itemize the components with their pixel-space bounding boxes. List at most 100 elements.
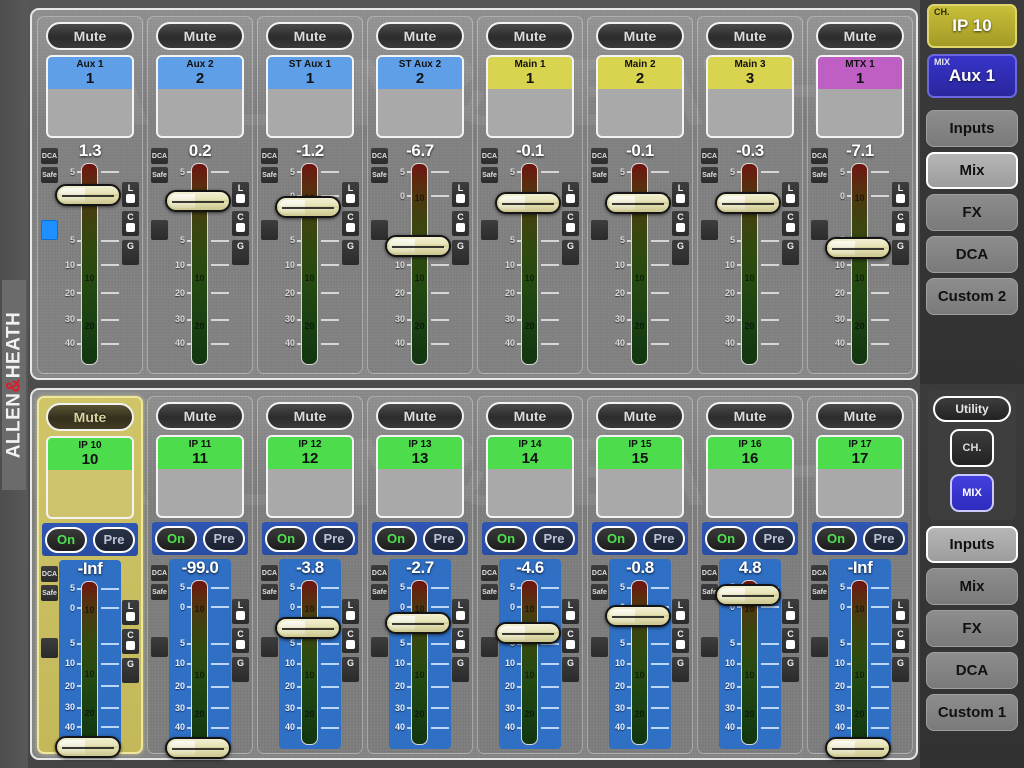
channel-name-display[interactable]: IP 12 12 <box>266 435 354 518</box>
channel-strip[interactable]: MuteIP 1010OnPreDCASafe.-Inf505102030401… <box>37 396 143 759</box>
channel-name-display[interactable]: MTX 11 <box>816 55 904 138</box>
safe-button[interactable]: Safe <box>371 167 388 183</box>
assign-indicator[interactable]: . <box>41 638 58 658</box>
lcg-g-button[interactable]: G <box>452 240 469 265</box>
lcg-l-button[interactable]: L <box>342 182 359 207</box>
assign-indicator[interactable]: . <box>591 220 608 240</box>
send-on-button[interactable]: On <box>485 525 527 552</box>
lcg-c-button[interactable]: C <box>562 211 579 236</box>
lcg-l-button[interactable]: L <box>672 182 689 207</box>
channel-strip[interactable]: MuteIP 1414OnPreDCASafe.-4.6505102030401… <box>477 396 583 754</box>
dca-button[interactable]: DCA <box>481 565 498 581</box>
send-pre-button[interactable]: Pre <box>93 526 135 553</box>
lcg-l-button[interactable]: L <box>452 182 469 207</box>
fader-track[interactable]: 50510203040101020 <box>715 580 781 745</box>
mute-button[interactable]: Mute <box>596 402 684 430</box>
lcg-g-button[interactable]: G <box>342 240 359 265</box>
send-on-button[interactable]: On <box>595 525 637 552</box>
ch-mode-button[interactable]: CH. <box>950 429 994 467</box>
dca-button[interactable]: DCA <box>261 148 278 164</box>
lcg-l-button[interactable]: L <box>342 599 359 624</box>
fader-knob[interactable] <box>165 190 231 213</box>
channel-name-display[interactable]: ST Aux 22 <box>376 55 464 138</box>
channel-name-display[interactable]: ST Aux 11 <box>266 55 354 138</box>
fader-knob[interactable] <box>605 605 671 628</box>
fader-knob[interactable] <box>385 611 451 634</box>
dca-button[interactable]: DCA <box>371 148 388 164</box>
safe-button[interactable]: Safe <box>261 584 278 600</box>
lcg-c-button[interactable]: C <box>342 628 359 653</box>
safe-button[interactable]: Safe <box>591 167 608 183</box>
channel-strip[interactable]: MuteMain 33DCASafe.-0.350510203040101020… <box>697 16 803 374</box>
lcg-c-button[interactable]: C <box>562 628 579 653</box>
nav-button-custom-2[interactable]: Custom 2 <box>926 278 1018 315</box>
lcg-c-button[interactable]: C <box>672 211 689 236</box>
send-on-button[interactable]: On <box>705 525 747 552</box>
mute-button[interactable]: Mute <box>266 402 354 430</box>
lcg-c-button[interactable]: C <box>122 211 139 236</box>
assign-indicator[interactable]: . <box>701 220 718 240</box>
channel-strip[interactable]: MuteST Aux 22DCASafe.-6.7505102030401010… <box>367 16 473 374</box>
fader-knob[interactable] <box>55 184 121 207</box>
lcg-g-button[interactable]: G <box>562 657 579 682</box>
nav-button-dca[interactable]: DCA <box>926 652 1018 689</box>
current-channel-box[interactable]: CH. IP 10 <box>927 4 1017 48</box>
dca-button[interactable]: DCA <box>151 565 168 581</box>
channel-name-display[interactable]: IP 11 11 <box>156 435 244 518</box>
dca-button[interactable]: DCA <box>811 148 828 164</box>
lcg-l-button[interactable]: L <box>122 600 139 625</box>
safe-button[interactable]: Safe <box>41 167 58 183</box>
channel-name-display[interactable]: Aux 11 <box>46 55 134 138</box>
channel-name-display[interactable]: Main 33 <box>706 55 794 138</box>
send-pre-button[interactable]: Pre <box>753 525 795 552</box>
fader-track[interactable]: 50510203040101020 <box>55 581 121 759</box>
fader-knob[interactable] <box>825 737 891 760</box>
channel-name-display[interactable]: IP 15 15 <box>596 435 684 518</box>
assign-indicator[interactable]: . <box>811 637 828 657</box>
safe-button[interactable]: Safe <box>481 584 498 600</box>
lcg-l-button[interactable]: L <box>562 182 579 207</box>
lcg-l-button[interactable]: L <box>122 182 139 207</box>
channel-name-display[interactable]: IP 10 10 <box>46 436 134 519</box>
lcg-g-button[interactable]: G <box>342 657 359 682</box>
dca-button[interactable]: DCA <box>41 148 58 164</box>
channel-strip[interactable]: MuteAux 22DCASafe.0.250510203040101020LC… <box>147 16 253 374</box>
lcg-c-button[interactable]: C <box>122 629 139 654</box>
fader-track[interactable]: 50510203040101020 <box>165 163 231 365</box>
mute-button[interactable]: Mute <box>816 402 904 430</box>
safe-button[interactable]: Safe <box>811 584 828 600</box>
send-pre-button[interactable]: Pre <box>423 525 465 552</box>
fader-track[interactable]: 50510203040101020 <box>55 163 121 365</box>
assign-indicator[interactable]: . <box>151 637 168 657</box>
assign-indicator[interactable]: . <box>591 637 608 657</box>
channel-strip[interactable]: MuteMain 22DCASafe.-0.150510203040101020… <box>587 16 693 374</box>
safe-button[interactable]: Safe <box>811 167 828 183</box>
assign-indicator[interactable]: . <box>481 220 498 240</box>
lcg-c-button[interactable]: C <box>892 628 909 653</box>
lcg-g-button[interactable]: G <box>232 657 249 682</box>
send-on-button[interactable]: On <box>45 526 87 553</box>
fader-knob[interactable] <box>385 234 451 257</box>
channel-strip[interactable]: MuteIP 1717OnPreDCASafe.-Inf505102030401… <box>807 396 913 760</box>
channel-strip[interactable]: MuteMain 11DCASafe.-0.150510203040101020… <box>477 16 583 374</box>
send-pre-button[interactable]: Pre <box>203 525 245 552</box>
channel-strip[interactable]: MuteIP 1616OnPreDCASafe.4.85051020304010… <box>697 396 803 754</box>
channel-name-display[interactable]: Main 22 <box>596 55 684 138</box>
safe-button[interactable]: Safe <box>701 167 718 183</box>
mute-button[interactable]: Mute <box>706 402 794 430</box>
mute-button[interactable]: Mute <box>706 22 794 50</box>
lcg-l-button[interactable]: L <box>892 599 909 624</box>
nav-button-custom-1[interactable]: Custom 1 <box>926 694 1018 731</box>
lcg-g-button[interactable]: G <box>782 240 799 265</box>
lcg-l-button[interactable]: L <box>452 599 469 624</box>
dca-button[interactable]: DCA <box>41 566 58 582</box>
mute-button[interactable]: Mute <box>816 22 904 50</box>
dca-button[interactable]: DCA <box>591 148 608 164</box>
fader-knob[interactable] <box>165 737 231 760</box>
mute-button[interactable]: Mute <box>46 22 134 50</box>
nav-button-fx[interactable]: FX <box>926 610 1018 647</box>
lcg-c-button[interactable]: C <box>892 211 909 236</box>
channel-name-display[interactable]: Aux 22 <box>156 55 244 138</box>
safe-button[interactable]: Safe <box>481 167 498 183</box>
channel-name-display[interactable]: IP 16 16 <box>706 435 794 518</box>
